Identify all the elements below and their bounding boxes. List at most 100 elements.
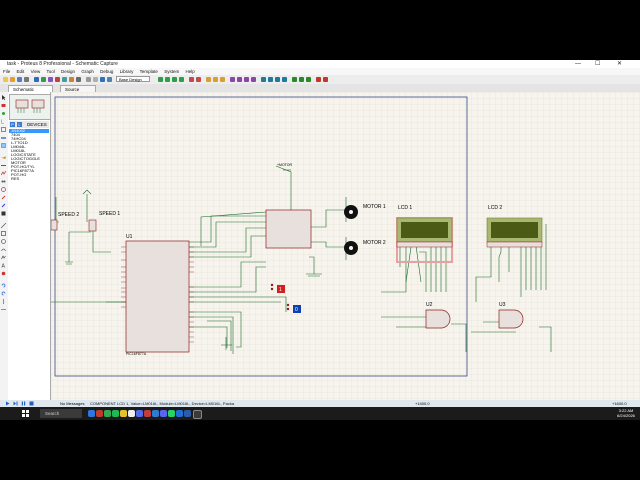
taskbar-search-box[interactable]: Search [40, 409, 82, 418]
menu-tool[interactable]: Tool [47, 69, 55, 74]
discord-icon[interactable] [136, 410, 143, 417]
refresh-icon[interactable] [86, 77, 91, 82]
mail-icon[interactable] [184, 410, 191, 417]
box-2d-icon[interactable] [1, 231, 6, 236]
decompose-icon[interactable] [282, 77, 287, 82]
generator-icon[interactable] [1, 187, 6, 192]
symbol-2d-icon[interactable] [1, 271, 6, 276]
circle-2d-icon[interactable] [1, 239, 6, 244]
block-copy-icon[interactable] [230, 77, 235, 82]
file-explorer-icon[interactable] [88, 410, 95, 417]
open-icon[interactable] [10, 77, 15, 82]
block-move-icon[interactable] [237, 77, 242, 82]
make-device-icon[interactable] [268, 77, 273, 82]
erc-icon[interactable] [323, 77, 328, 82]
origin-icon[interactable] [100, 77, 105, 82]
text-2d-icon[interactable]: A [1, 263, 6, 269]
word-icon[interactable] [152, 410, 159, 417]
whatsapp-icon[interactable] [168, 410, 175, 417]
component-mode-icon[interactable] [1, 103, 6, 108]
menu-edit[interactable]: Edit [17, 69, 25, 74]
undo-icon[interactable] [189, 77, 194, 82]
u1-microcontroller[interactable]: U1 PIC16F877A [121, 234, 194, 356]
paste-icon[interactable] [220, 77, 225, 82]
menu-debug[interactable]: Debug [100, 69, 113, 74]
menu-library[interactable]: Library [120, 69, 134, 74]
menu-file[interactable]: File [3, 69, 10, 74]
property-assign-icon[interactable] [306, 77, 311, 82]
library-manager-button[interactable]: L [17, 122, 22, 127]
taskbar-clock[interactable]: 3:22 AM 6/24/2026 [613, 408, 639, 418]
brave-browser-icon[interactable] [96, 410, 103, 417]
netlist-icon[interactable] [316, 77, 321, 82]
wire-label-icon[interactable]: L [1, 119, 6, 125]
tab-source-code[interactable]: Source Code [60, 85, 96, 99]
chrome-icon[interactable] [104, 410, 111, 417]
schematic-icon[interactable] [41, 77, 46, 82]
menu-help[interactable]: Help [185, 69, 194, 74]
save-icon[interactable] [17, 77, 22, 82]
zoom-icon[interactable] [176, 410, 183, 417]
menu-template[interactable]: Template [140, 69, 158, 74]
rotate-clockwise-icon[interactable] [1, 283, 6, 288]
stop-simulation-icon[interactable] [29, 401, 34, 406]
menu-design[interactable]: Design [61, 69, 75, 74]
terminals-icon[interactable] [1, 155, 6, 160]
run-simulation-icon[interactable] [5, 401, 10, 406]
arc-2d-icon[interactable] [1, 247, 6, 252]
search-tag-icon[interactable] [299, 77, 304, 82]
messenger-icon[interactable] [160, 410, 167, 417]
device-pins-icon[interactable] [1, 163, 6, 168]
zoom-out-icon[interactable] [165, 77, 170, 82]
file-manager-icon[interactable] [120, 410, 127, 417]
virtual-instruments-icon[interactable] [1, 211, 6, 216]
schematic-canvas[interactable]: SPEED 2 SPEED 1 U1 PIC16F877A +MOTOR MOT… [51, 92, 640, 400]
close-project-icon[interactable] [24, 77, 29, 82]
zoom-area-icon[interactable] [179, 77, 184, 82]
spotify-icon[interactable] [112, 410, 119, 417]
menu-system[interactable]: System [164, 69, 179, 74]
new-icon[interactable] [3, 77, 8, 82]
mirror-y-icon[interactable] [1, 307, 6, 312]
grid-icon[interactable] [93, 77, 98, 82]
gerber-icon[interactable] [62, 77, 67, 82]
wire-autorouter-icon[interactable] [292, 77, 297, 82]
maximize-button[interactable]: ☐ [595, 60, 600, 68]
pick-device-icon[interactable] [261, 77, 266, 82]
pcb-icon[interactable] [48, 77, 53, 82]
tab-schematic-capture[interactable]: Schematic Capture [8, 85, 53, 99]
pause-simulation-icon[interactable] [21, 401, 26, 406]
device-item[interactable]: RES [9, 177, 49, 181]
block-rotate-icon[interactable] [244, 77, 249, 82]
selection-mode-icon[interactable] [1, 95, 6, 100]
pan-icon[interactable] [107, 77, 112, 82]
source-code-icon[interactable] [76, 77, 81, 82]
minimize-button[interactable]: — [575, 60, 581, 68]
junction-dot-icon[interactable] [1, 111, 6, 116]
cut-icon[interactable] [206, 77, 211, 82]
zoom-all-icon[interactable] [172, 77, 177, 82]
3d-icon[interactable] [55, 77, 60, 82]
design-variant-select[interactable]: Base Design [116, 76, 150, 82]
menu-view[interactable]: View [31, 69, 41, 74]
bus-icon[interactable] [1, 135, 6, 140]
proteus-taskbar-icon[interactable] [193, 410, 202, 419]
path-2d-icon[interactable] [1, 255, 6, 260]
graph-mode-icon[interactable] [1, 171, 6, 176]
packaging-icon[interactable] [275, 77, 280, 82]
subcircuit-icon[interactable] [1, 143, 6, 148]
schematic-drawing[interactable]: SPEED 2 SPEED 1 U1 PIC16F877A +MOTOR MOT… [51, 92, 640, 400]
redo-icon[interactable] [196, 77, 201, 82]
notion-icon[interactable] [128, 410, 135, 417]
text-script-icon[interactable] [1, 127, 6, 132]
zoom-in-icon[interactable] [158, 77, 163, 82]
menu-graph[interactable]: Graph [81, 69, 94, 74]
copy-icon[interactable] [213, 77, 218, 82]
mirror-x-icon[interactable] [1, 299, 6, 304]
pdf-reader-icon[interactable] [144, 410, 151, 417]
messages-status[interactable]: No Messages [60, 400, 84, 407]
bom-icon[interactable] [69, 77, 74, 82]
pick-devices-button[interactable]: P [10, 122, 15, 127]
home-icon[interactable] [34, 77, 39, 82]
windows-start-icon[interactable] [22, 410, 29, 417]
